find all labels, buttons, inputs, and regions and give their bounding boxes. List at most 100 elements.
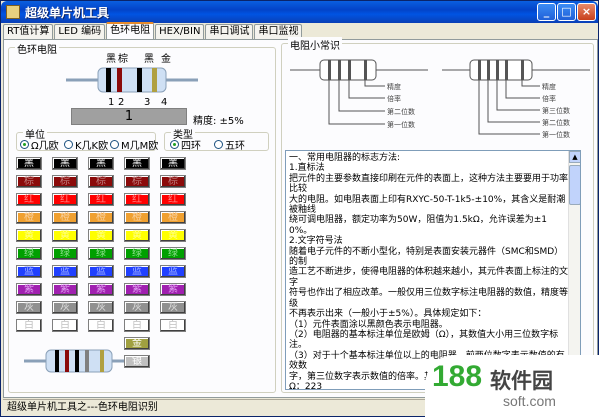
color-button[interactable]: 黑	[88, 157, 114, 170]
color-button[interactable]: 蓝	[52, 265, 78, 278]
color-button[interactable]: 棕	[124, 175, 150, 188]
color-button[interactable]: 白	[160, 319, 186, 332]
color-button[interactable]: 橙	[52, 211, 78, 224]
scroll-thumb[interactable]	[569, 165, 580, 205]
band-number-1: 1	[108, 97, 115, 108]
color-button[interactable]: 黄	[88, 229, 114, 242]
tab-led[interactable]: LED 编码	[54, 24, 106, 39]
color-button[interactable]: 黄	[16, 229, 42, 242]
color-button[interactable]: 白	[88, 319, 114, 332]
color-button[interactable]: 棕	[16, 175, 42, 188]
group-title: 色环电阻	[15, 41, 59, 56]
color-button[interactable]: 蓝	[160, 265, 186, 278]
color-button[interactable]: 红	[16, 193, 42, 206]
radio-label: M几M欧	[121, 141, 159, 152]
tab-hex-bin[interactable]: HEX/BIN	[155, 24, 205, 39]
notes-scrollbar[interactable]: ▲ ▼	[568, 151, 580, 389]
color-button[interactable]: 黄	[124, 229, 150, 242]
diagram-label: 第二位数	[387, 107, 415, 116]
watermark-number: 188	[432, 360, 483, 393]
title-bar[interactable]: 超级单片机工具 _ □ ×	[1, 1, 598, 23]
color-button[interactable]: 紫	[16, 283, 42, 296]
color-button[interactable]: 橙	[16, 211, 42, 224]
minimize-button[interactable]: _	[537, 3, 556, 21]
tab-color-resistor[interactable]: 色环电阻	[106, 22, 155, 39]
color-button[interactable]: 红	[52, 193, 78, 206]
radio-dot	[110, 140, 119, 149]
close-button[interactable]: ×	[577, 3, 596, 21]
radio-label: Ω几欧	[31, 141, 59, 152]
color-button[interactable]: 灰	[16, 301, 42, 314]
unit-radio-mohm[interactable]: M几M欧	[110, 137, 158, 152]
color-button[interactable]: 紫	[160, 283, 186, 296]
tab-bar: RT值计算 LED 编码 色环电阻 HEX/BIN 串口调试 串口监视	[3, 22, 303, 40]
color-button[interactable]: 灰	[160, 301, 186, 314]
notes-title: 电阻小常识	[288, 37, 342, 52]
color-button[interactable]: 灰	[88, 301, 114, 314]
maximize-button[interactable]: □	[557, 3, 576, 21]
color-button[interactable]: 黄	[52, 229, 78, 242]
band-number-4: 4	[161, 97, 168, 108]
color-button[interactable]: 棕	[160, 175, 186, 188]
color-button[interactable]: 橙	[160, 211, 186, 224]
color-button[interactable]: 白	[16, 319, 42, 332]
color-button[interactable]: 绿	[160, 247, 186, 260]
color-button[interactable]: 紫	[88, 283, 114, 296]
accuracy-label: 精度: ±5%	[193, 116, 244, 127]
color-button[interactable]: 灰	[52, 301, 78, 314]
five-band-diagram: 精度 倍率 第三位数 第二位数 第一位数	[442, 59, 590, 139]
color-button[interactable]: 紫	[52, 283, 78, 296]
diagram-label: 精度	[387, 82, 401, 91]
diagram-label: 倍率	[387, 94, 401, 103]
radio-label: 五环	[225, 141, 245, 152]
color-button[interactable]: 灰	[124, 301, 150, 314]
scroll-up-icon[interactable]: ▲	[569, 151, 580, 163]
color-button[interactable]: 蓝	[124, 265, 150, 278]
radio-dot	[214, 140, 223, 149]
color-button[interactable]: 金	[124, 337, 150, 350]
color-button[interactable]: 白	[124, 319, 150, 332]
color-button[interactable]: 黑	[124, 157, 150, 170]
color-button[interactable]: 紫	[124, 283, 150, 296]
type-radio-five[interactable]: 五环	[214, 137, 245, 152]
tab-serial-debug[interactable]: 串口调试	[205, 24, 254, 39]
color-button[interactable]: 黑	[52, 157, 78, 170]
watermark-text: 软件园	[490, 370, 553, 393]
color-button[interactable]: 橙	[124, 211, 150, 224]
color-button[interactable]: 绿	[16, 247, 42, 260]
diagram-label: 倍率	[542, 94, 556, 103]
color-button[interactable]: 红	[124, 193, 150, 206]
type-radio-four[interactable]: 四环	[170, 137, 201, 152]
radio-label: 四环	[181, 141, 201, 152]
color-button[interactable]: 白	[52, 319, 78, 332]
resistor-image	[66, 67, 198, 93]
resistance-value: 1	[71, 108, 187, 125]
radio-dot	[170, 140, 179, 149]
color-button[interactable]: 红	[160, 193, 186, 206]
tab-panel: 色环电阻 黑 棕 黑 金 1 2 3 4 1 精度: ±5% 单位 Ω几欧 K几…	[3, 37, 598, 398]
color-button[interactable]: 黑	[160, 157, 186, 170]
notes-group: 电阻小常识 精度 倍率 第二位数 第一位数 精度 倍率 第三位数 第二位数 第一…	[281, 37, 594, 393]
color-button[interactable]: 蓝	[88, 265, 114, 278]
color-button[interactable]: 绿	[88, 247, 114, 260]
tab-rt[interactable]: RT值计算	[3, 24, 54, 39]
diagram-label: 第一位数	[387, 120, 415, 129]
radio-dot	[20, 140, 29, 149]
color-button[interactable]: 蓝	[16, 265, 42, 278]
color-button[interactable]: 银	[124, 355, 150, 368]
color-button[interactable]: 棕	[88, 175, 114, 188]
color-button[interactable]: 棕	[52, 175, 78, 188]
notes-textarea[interactable]: 一、常用电阻器的标志方法: 1.直标法 把元件的主要参数直接印刷在元件的表面上，…	[285, 150, 581, 390]
color-button[interactable]: 红	[88, 193, 114, 206]
diagram-label: 第一位数	[542, 130, 570, 139]
color-button[interactable]: 绿	[52, 247, 78, 260]
color-button[interactable]: 黑	[16, 157, 42, 170]
radio-dot	[64, 140, 73, 149]
color-button[interactable]: 绿	[124, 247, 150, 260]
unit-radio-kohm[interactable]: K几K欧	[64, 137, 108, 152]
band-number-2: 2	[118, 97, 125, 108]
unit-radio-ohm[interactable]: Ω几欧	[20, 137, 59, 152]
resistor-preview	[24, 349, 134, 373]
color-button[interactable]: 黄	[160, 229, 186, 242]
color-button[interactable]: 橙	[88, 211, 114, 224]
